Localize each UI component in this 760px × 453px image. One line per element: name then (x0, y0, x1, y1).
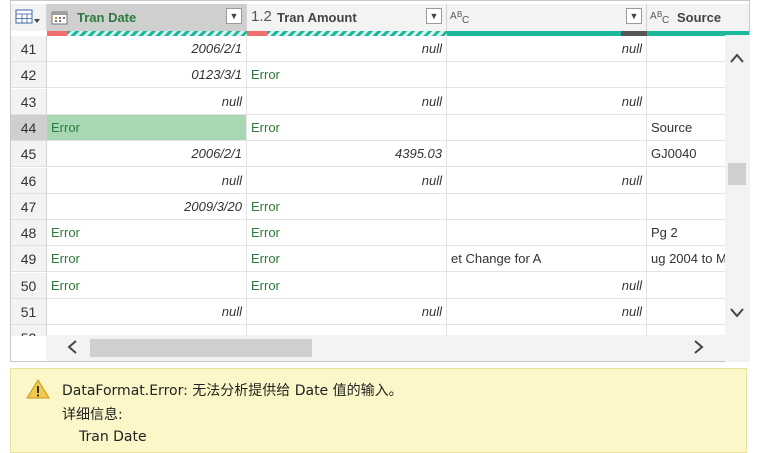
decimal-type-icon: 1.2 (251, 8, 272, 25)
error-cell[interactable]: Error (47, 246, 247, 272)
column-header-source[interactable]: A B C Source (647, 4, 749, 31)
table-cell[interactable]: null (247, 36, 447, 62)
column-filter-dropdown[interactable]: ▼ (626, 8, 642, 24)
vertical-scrollbar[interactable] (725, 35, 750, 362)
error-details-value: Tran Date (79, 429, 147, 445)
row-number[interactable]: 44 (11, 115, 47, 141)
scroll-left-icon[interactable] (66, 339, 78, 358)
row-number[interactable]: 43 (11, 89, 47, 115)
vertical-scroll-thumb[interactable] (728, 163, 746, 185)
error-cell[interactable]: Error (247, 115, 447, 141)
horizontal-scroll-thumb[interactable] (90, 339, 312, 357)
table-cell[interactable]: null (447, 299, 647, 325)
row-number[interactable]: 50 (11, 273, 47, 299)
table-cell[interactable]: null (47, 89, 247, 115)
table-cell[interactable]: null (47, 168, 247, 194)
row-number[interactable]: 51 (11, 299, 47, 325)
warning-icon (26, 379, 50, 399)
error-detail-panel: DataFormat.Error: 无法分析提供给 Date 值的输入。 详细信… (10, 368, 747, 453)
table-icon (15, 9, 40, 24)
row-number[interactable]: 49 (11, 246, 47, 272)
column-header-text-3[interactable]: A B C ▼ (447, 4, 647, 31)
svg-text:A: A (650, 11, 657, 22)
row-number[interactable]: 52 (11, 325, 47, 336)
svg-text:A: A (450, 11, 457, 22)
error-details-label: 详细信息: (62, 407, 123, 423)
rows-viewport: 41 2006/2/1 null null 42 0123/3/1 Error 43 null n… (11, 36, 736, 336)
table-cell[interactable]: 0123/3/1 (47, 62, 247, 88)
error-cell[interactable]: Error (47, 273, 247, 299)
table-cell[interactable]: ug 2004 to M (647, 246, 736, 272)
error-cell[interactable]: Error (47, 115, 247, 141)
text-type-icon: A B C (650, 10, 669, 25)
table-cell[interactable] (447, 115, 647, 141)
table-cell[interactable]: null (247, 168, 447, 194)
row-number[interactable]: 42 (11, 62, 47, 88)
horizontal-scrollbar[interactable] (46, 335, 725, 361)
row-number[interactable]: 48 (11, 220, 47, 246)
table-cell[interactable]: null (447, 89, 647, 115)
table-cell[interactable]: 4395.03 (247, 141, 447, 167)
scroll-down-icon[interactable] (729, 303, 745, 321)
table-cell[interactable] (447, 194, 647, 220)
error-message: DataFormat.Error: 无法分析提供给 Date 值的输入。 (62, 383, 403, 399)
error-cell[interactable]: Error (247, 246, 447, 272)
table-cell[interactable]: null (247, 299, 447, 325)
column-filter-dropdown[interactable]: ▼ (226, 8, 242, 24)
table-cell[interactable]: null (47, 299, 247, 325)
row-number[interactable]: 41 (11, 36, 47, 62)
table-cell[interactable]: GJ0040 (647, 141, 736, 167)
error-cell[interactable]: Error (247, 220, 447, 246)
error-cell[interactable]: Error (247, 62, 447, 88)
date-type-icon (51, 11, 68, 25)
table-cell[interactable]: 2006/2/1 (47, 141, 247, 167)
table-cell[interactable]: 2009/3/20 (47, 194, 247, 220)
svg-text:C: C (462, 15, 469, 25)
table-cell[interactable]: Pg 2 (647, 220, 736, 246)
table-cell[interactable]: null (247, 89, 447, 115)
table-cell[interactable]: Source (647, 115, 736, 141)
table-cell[interactable]: null (447, 168, 647, 194)
table-cell[interactable] (647, 36, 736, 62)
row-number[interactable]: 47 (11, 194, 47, 220)
text-type-icon: A B C (450, 10, 469, 25)
error-cell[interactable]: Error (47, 220, 247, 246)
svg-text:C: C (662, 15, 669, 25)
table-cell[interactable] (447, 220, 647, 246)
column-header-tran-amount[interactable]: 1.2 Tran Amount ▼ (247, 4, 447, 31)
table-cell[interactable] (447, 62, 647, 88)
data-grid: Tran Date ▼ 1.2 Tran Amount ▼ A B C ▼ A … (10, 0, 750, 362)
scroll-up-icon[interactable] (729, 49, 745, 67)
table-cell[interactable] (647, 168, 736, 194)
table-cell[interactable]: 2006/2/1 (47, 36, 247, 62)
table-menu-button[interactable] (11, 4, 47, 31)
row-number[interactable]: 46 (11, 168, 47, 194)
row-number[interactable]: 45 (11, 141, 47, 167)
table-cell[interactable] (647, 273, 736, 299)
table-cell[interactable]: null (447, 273, 647, 299)
column-header-tran-date[interactable]: Tran Date ▼ (47, 4, 247, 31)
scroll-right-icon[interactable] (693, 339, 705, 358)
error-cell[interactable]: Error (247, 194, 447, 220)
table-cell[interactable] (647, 194, 736, 220)
table-cell[interactable]: null (447, 36, 647, 62)
error-cell[interactable]: Error (247, 273, 447, 299)
table-cell[interactable] (447, 141, 647, 167)
table-cell[interactable] (647, 62, 736, 88)
column-label: Tran Amount (277, 10, 357, 25)
column-filter-dropdown[interactable]: ▼ (426, 8, 442, 24)
table-cell[interactable]: et Change for A (447, 246, 647, 272)
table-cell[interactable] (647, 89, 736, 115)
table-cell[interactable] (647, 299, 736, 325)
column-label: Source (677, 10, 722, 25)
column-label: Tran Date (77, 10, 137, 25)
